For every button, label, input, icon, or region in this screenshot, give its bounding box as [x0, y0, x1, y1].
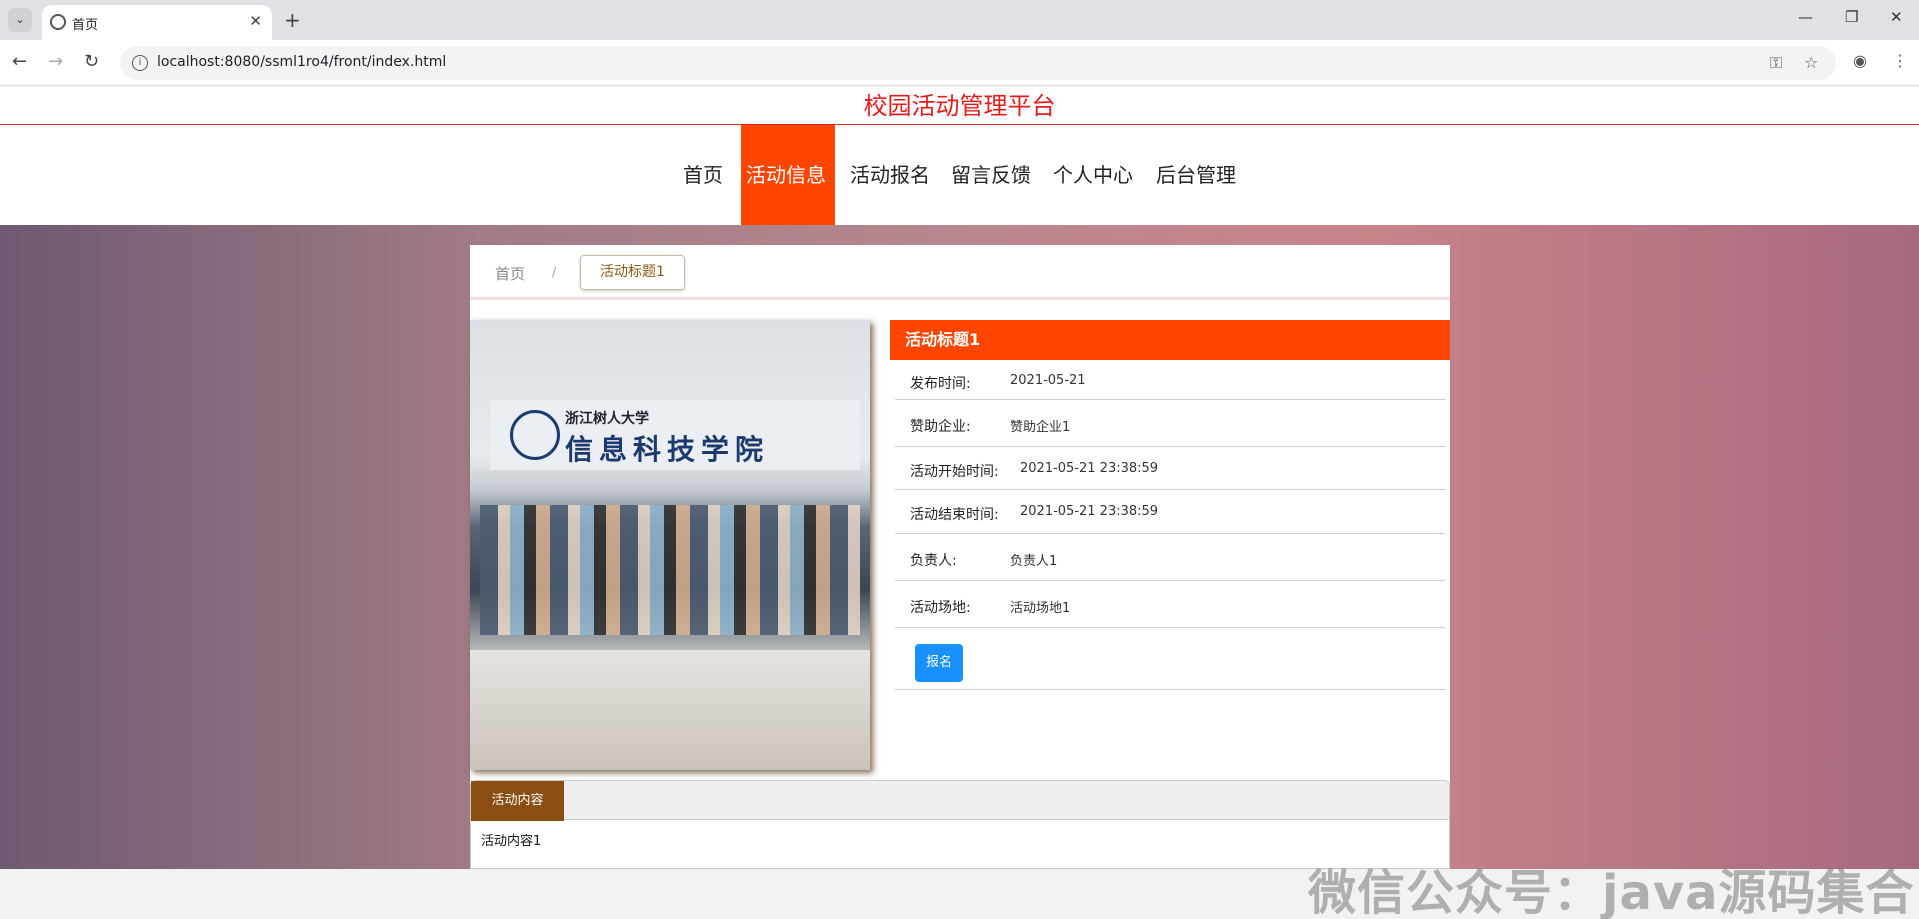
detail-row: 负责人: 负责人1	[895, 534, 1445, 581]
profile-icon[interactable]: ◉	[1853, 51, 1867, 70]
group-photo-people	[480, 505, 860, 635]
breadcrumb-separator: /	[552, 265, 557, 279]
content-tabs: 活动内容	[470, 780, 1450, 821]
tab-search-icon[interactable]: ⌄	[8, 8, 32, 32]
nav-item-feedback[interactable]: 留言反馈	[946, 125, 1036, 225]
menu-kebab-icon[interactable]: ⋮	[1892, 51, 1908, 70]
detail-value: 赞助企业1	[1010, 420, 1071, 435]
banner-line2: 信息科技学院	[565, 433, 770, 466]
globe-icon	[50, 14, 66, 30]
bookmark-star-icon[interactable]: ☆	[1804, 53, 1818, 72]
url-text[interactable]: localhost:8080/ssml1ro4/front/index.html	[157, 54, 446, 70]
detail-label: 活动结束时间:	[910, 507, 999, 523]
reload-icon[interactable]: ↻	[84, 51, 99, 72]
detail-value: 2021-05-21 23:38:59	[1020, 461, 1159, 476]
back-icon[interactable]: ←	[12, 51, 27, 72]
detail-row: 活动开始时间: 2021-05-21 23:38:59	[895, 447, 1445, 490]
watermark-text: 微信公众号：java源码集合	[1308, 865, 1915, 919]
detail-value: 2021-05-21 23:38:59	[1020, 504, 1159, 519]
detail-value: 2021-05-21	[1010, 373, 1086, 388]
breadcrumb-current[interactable]: 活动标题1	[580, 255, 685, 290]
new-tab-icon[interactable]: +	[284, 8, 301, 32]
main-nav: 首页 活动信息 活动报名 留言反馈 个人中心 后台管理	[0, 125, 1919, 225]
nav-item-activity-signup[interactable]: 活动报名	[845, 125, 935, 225]
detail-row: 发布时间: 2021-05-21	[895, 360, 1445, 400]
minimize-icon[interactable]: —	[1798, 8, 1813, 26]
nav-item-admin[interactable]: 后台管理	[1151, 125, 1241, 225]
browser-toolbar: ← → ↻ i localhost:8080/ssml1ro4/front/in…	[0, 40, 1919, 86]
window-close-icon[interactable]: ✕	[1890, 8, 1903, 26]
browser-tab[interactable]: 首页 ✕	[42, 5, 272, 40]
detail-label: 发布时间:	[910, 376, 971, 392]
photo-floor	[470, 650, 870, 770]
detail-container: 首页 / 活动标题1 浙江树人大学 信息科技学院 活动标题1 发布时间: 202…	[470, 245, 1450, 869]
activity-content-body: 活动内容1	[470, 820, 1450, 869]
nav-item-home[interactable]: 首页	[678, 125, 728, 225]
activity-photo: 浙江树人大学 信息科技学院	[470, 320, 870, 770]
site-header: 校园活动管理平台	[0, 87, 1919, 125]
detail-label: 活动场地:	[910, 600, 971, 616]
divider	[895, 689, 1445, 690]
address-bar[interactable]: i localhost:8080/ssml1ro4/front/index.ht…	[120, 46, 1836, 80]
university-logo	[510, 410, 560, 460]
close-tab-icon[interactable]: ✕	[249, 12, 262, 30]
detail-row: 赞助企业: 赞助企业1	[895, 400, 1445, 447]
breadcrumb-home[interactable]: 首页	[495, 263, 525, 284]
nav-item-activity-info[interactable]: 活动信息	[741, 125, 835, 225]
password-key-icon[interactable]: ⚿	[1770, 53, 1782, 73]
detail-label: 赞助企业:	[910, 419, 971, 435]
breadcrumb: 首页 / 活动标题1	[470, 245, 1450, 300]
detail-label: 负责人:	[910, 553, 957, 569]
detail-row: 活动场地: 活动场地1	[895, 581, 1445, 628]
detail-title: 活动标题1	[890, 320, 1450, 360]
detail-label: 活动开始时间:	[910, 464, 999, 480]
detail-row: 活动结束时间: 2021-05-21 23:38:59	[895, 490, 1445, 534]
forward-icon[interactable]: →	[48, 51, 63, 72]
tab-title: 首页	[72, 18, 99, 33]
photo-banner: 浙江树人大学 信息科技学院	[490, 400, 860, 470]
site-title: 校园活动管理平台	[863, 92, 1056, 120]
nav-item-personal-center[interactable]: 个人中心	[1048, 125, 1138, 225]
browser-tab-bar: ⌄ 首页 ✕ + — ❐ ✕	[0, 0, 1919, 40]
signup-button[interactable]: 报名	[915, 644, 963, 682]
tab-activity-content[interactable]: 活动内容	[471, 781, 564, 821]
detail-value: 负责人1	[1010, 554, 1058, 569]
site-info-icon[interactable]: i	[132, 55, 148, 71]
detail-value: 活动场地1	[1010, 601, 1071, 616]
banner-line1: 浙江树人大学	[565, 411, 649, 427]
restore-icon[interactable]: ❐	[1845, 8, 1858, 26]
